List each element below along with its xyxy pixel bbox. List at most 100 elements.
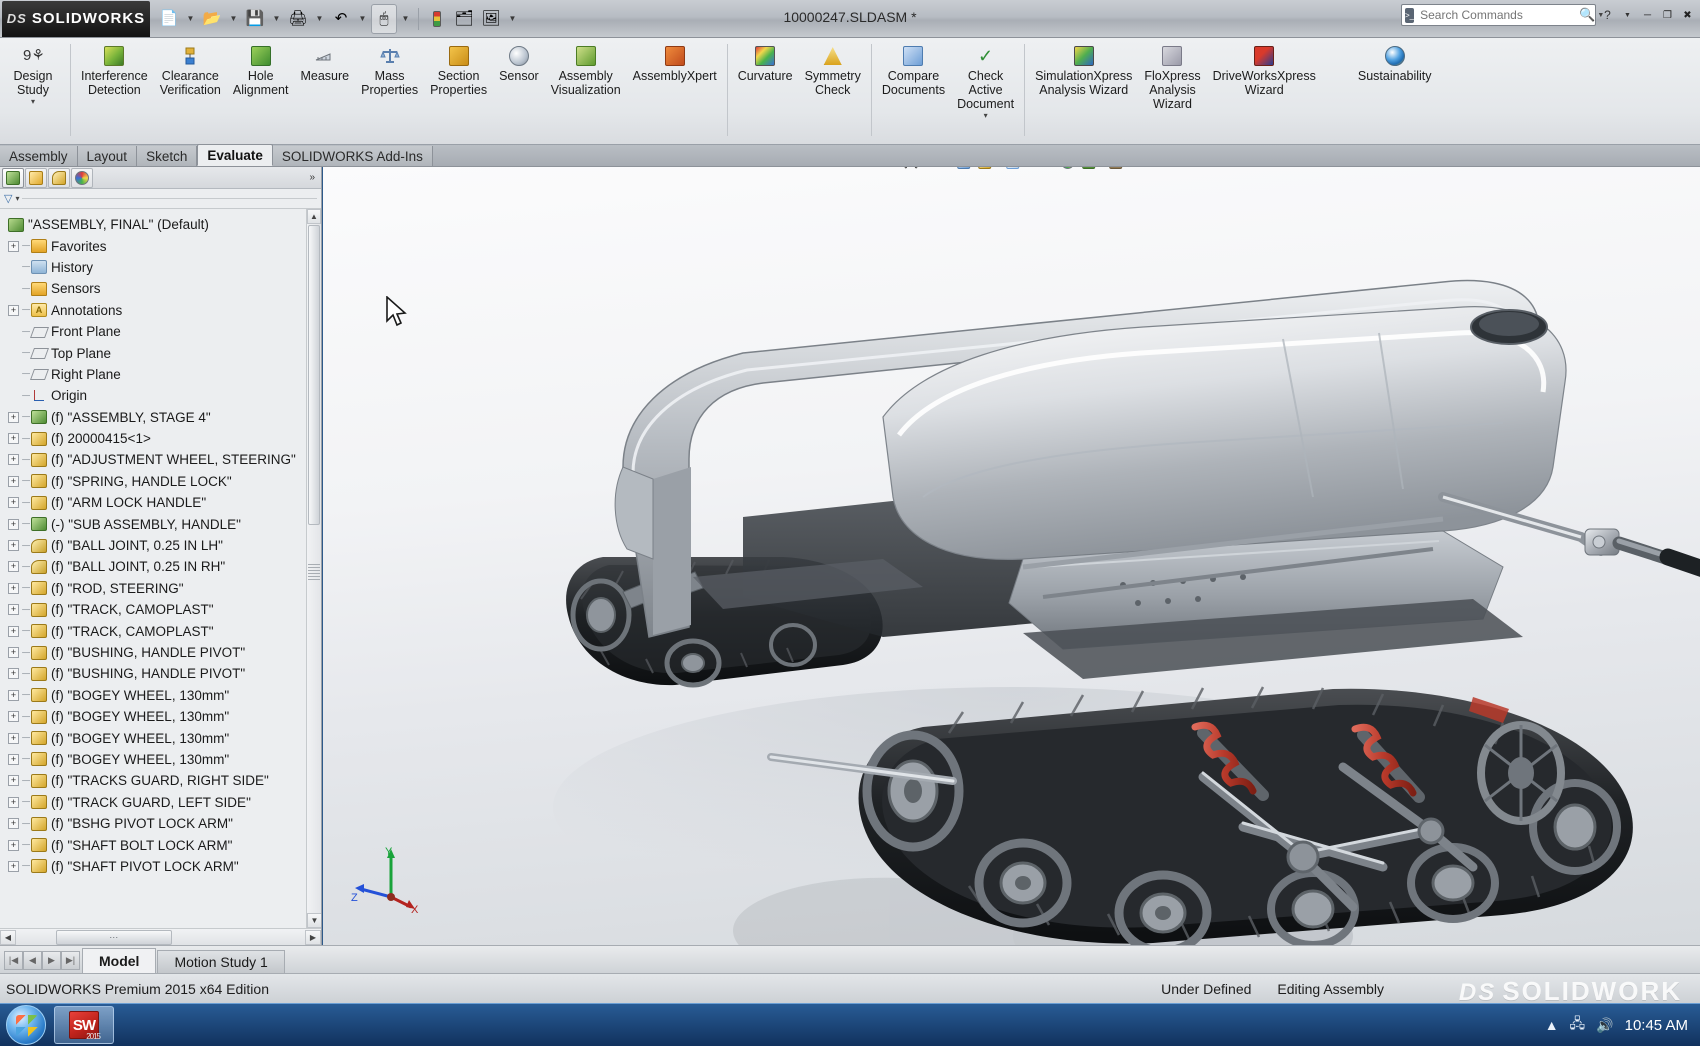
first-tab-button[interactable]: |◀ — [4, 951, 23, 970]
tree-item[interactable]: +─Favorites — [4, 235, 321, 256]
tree-item[interactable]: +─(f) "TRACK GUARD, LEFT SIDE" — [4, 792, 321, 813]
tree-item[interactable]: +─(f) "BUSHING, HANDLE PIVOT" — [4, 663, 321, 684]
tab-motion-study-1[interactable]: Motion Study 1 — [157, 950, 284, 973]
tree-item[interactable]: +─(-) "SUB ASSEMBLY, HANDLE" — [4, 513, 321, 534]
rebuild-button[interactable] — [424, 4, 450, 34]
tab-assembly[interactable]: Assembly — [0, 146, 78, 166]
tree-item[interactable]: +─(f) "BALL JOINT, 0.25 IN LH" — [4, 535, 321, 556]
design-study-dropdown-arrow[interactable]: ▾ — [31, 99, 35, 105]
feature-manager-overflow-button[interactable]: » — [309, 172, 321, 183]
section-properties-button[interactable]: Section Properties — [424, 42, 493, 97]
tree-expand-toggle[interactable]: + — [8, 583, 19, 594]
previous-tab-button[interactable]: ◀ — [23, 951, 42, 970]
measure-button[interactable]: Measure — [294, 42, 355, 83]
tree-item[interactable]: +─(f) "BOGEY WHEEL, 130mm" — [4, 727, 321, 748]
scroll-up-button[interactable]: ▲ — [307, 209, 321, 224]
tree-root-item[interactable]: "ASSEMBLY, FINAL" (Default) — [4, 214, 321, 235]
scroll-down-button[interactable]: ▼ — [307, 913, 321, 928]
tree-expand-toggle[interactable]: + — [8, 604, 19, 615]
save-document-dropdown-arrow[interactable]: ▼ — [269, 4, 284, 34]
feature-tree-horizontal-scrollbar[interactable]: ◀ ⋯ ▶ — [0, 928, 321, 945]
configuration-manager-tab[interactable] — [48, 168, 70, 188]
tree-expand-toggle[interactable]: + — [8, 476, 19, 487]
tree-item[interactable]: ─Front Plane — [4, 321, 321, 342]
interference-detection-button[interactable]: Interference Detection — [75, 42, 154, 97]
tree-item[interactable]: +─(f) 20000415<1> — [4, 428, 321, 449]
minimize-window-button[interactable]: ─ — [1639, 7, 1656, 23]
assembly-xpert-button[interactable]: AssemblyXpert — [627, 42, 723, 83]
save-document-button[interactable]: 💾 — [242, 4, 268, 34]
feature-tree-scrollbar[interactable]: ▲ ▼ — [306, 209, 321, 928]
feature-filter-bar[interactable]: ▽ ▾ — [0, 189, 321, 209]
tree-expand-toggle[interactable]: + — [8, 861, 19, 872]
tree-expand-toggle[interactable]: + — [8, 241, 19, 252]
tree-item[interactable]: +─(f) "ASSEMBLY, STAGE 4" — [4, 407, 321, 428]
filter-dropdown-arrow[interactable]: ▾ — [15, 194, 19, 203]
network-icon[interactable]: 🖧 — [1570, 1013, 1586, 1037]
open-document-dropdown-arrow[interactable]: ▼ — [226, 4, 241, 34]
tree-item[interactable]: ─Top Plane — [4, 342, 321, 363]
tree-item[interactable]: ─Sensors — [4, 278, 321, 299]
taskbar-clock[interactable]: 10:45 AM — [1625, 1017, 1688, 1034]
tree-item[interactable]: +─AAnnotations — [4, 300, 321, 321]
tab-model[interactable]: Model — [82, 948, 156, 973]
select-tool-dropdown-arrow[interactable]: ▼ — [398, 4, 413, 34]
tree-item[interactable]: +─(f) "TRACK, CAMOPLAST" — [4, 599, 321, 620]
hscroll-thumb[interactable]: ⋯ — [56, 930, 172, 945]
sensor-button[interactable]: Sensor — [493, 42, 545, 83]
display-manager-tab[interactable] — [71, 168, 93, 188]
tree-expand-toggle[interactable]: + — [8, 412, 19, 423]
save-image-button[interactable]: 🖼 — [478, 4, 504, 34]
open-document-button[interactable]: 📂 — [199, 4, 225, 34]
hscroll-track[interactable]: ⋯ — [16, 930, 305, 945]
tree-expand-toggle[interactable]: + — [8, 840, 19, 851]
floxpress-button[interactable]: FloXpress Analysis Wizard — [1138, 42, 1206, 111]
tree-expand-toggle[interactable]: + — [8, 519, 19, 530]
tree-item[interactable]: +─(f) "SHAFT BOLT LOCK ARM" — [4, 834, 321, 855]
start-button-icon[interactable] — [6, 1005, 46, 1045]
hscroll-right-button[interactable]: ▶ — [305, 930, 321, 945]
tree-item[interactable]: +─(f) "ARM LOCK HANDLE" — [4, 492, 321, 513]
symmetry-check-button[interactable]: Symmetry Check — [799, 42, 867, 97]
design-study-button[interactable]: 9⚘ Design Study ▾ — [0, 42, 66, 105]
sustainability-button[interactable]: Sustainability — [1352, 42, 1438, 83]
search-icon[interactable]: 🔍 — [1579, 7, 1595, 23]
volume-icon[interactable]: 🔊 — [1596, 1017, 1613, 1034]
filter-input-line[interactable] — [22, 198, 317, 199]
assembly-visualization-button[interactable]: Assembly Visualization — [545, 42, 627, 97]
tree-item[interactable]: +─(f) "TRACKS GUARD, RIGHT SIDE" — [4, 770, 321, 791]
tab-solidworks-add-ins[interactable]: SOLIDWORKS Add-Ins — [273, 146, 433, 166]
last-tab-button[interactable]: ▶| — [61, 951, 80, 970]
print-document-dropdown-arrow[interactable]: ▼ — [312, 4, 327, 34]
tree-item[interactable]: ─Origin — [4, 385, 321, 406]
clearance-verification-button[interactable]: Clearance Verification — [154, 42, 227, 97]
new-document-dropdown-arrow[interactable]: ▼ — [183, 4, 198, 34]
tree-expand-toggle[interactable]: + — [8, 668, 19, 679]
check-active-document-button[interactable]: ✓ Check Active Document ▾ — [951, 42, 1020, 119]
check-active-document-dropdown-arrow[interactable]: ▾ — [984, 113, 988, 119]
hole-alignment-button[interactable]: Hole Alignment — [227, 42, 295, 97]
tree-expand-toggle[interactable]: + — [8, 647, 19, 658]
tree-expand-toggle[interactable]: + — [8, 626, 19, 637]
print-document-button[interactable]: 🖨 — [285, 4, 311, 34]
property-manager-tab[interactable] — [25, 168, 47, 188]
graphics-viewport[interactable]: 🔍 🔎 ↰ ▾ ▾ 👓 ▾ ▾ ▾ ✕ — [323, 167, 1700, 945]
scroll-thumb[interactable] — [308, 225, 320, 525]
tree-expand-toggle[interactable]: + — [8, 690, 19, 701]
tree-item[interactable]: +─(f) "ROD, STEERING" — [4, 578, 321, 599]
tree-item[interactable]: ─Right Plane — [4, 364, 321, 385]
tree-expand-toggle[interactable]: + — [8, 818, 19, 829]
search-commands-box[interactable]: >_ 🔍 ▼ — [1401, 4, 1596, 26]
driveworksxpress-button[interactable]: DriveWorksXpress Wizard — [1207, 42, 1322, 97]
tree-item[interactable]: +─(f) "BOGEY WHEEL, 130mm" — [4, 706, 321, 727]
tree-item[interactable]: +─(f) "BOGEY WHEEL, 130mm" — [4, 749, 321, 770]
tree-expand-toggle[interactable]: + — [8, 797, 19, 808]
curvature-button[interactable]: Curvature — [732, 42, 799, 83]
save-image-dropdown-arrow[interactable]: ▼ — [505, 4, 520, 34]
options-button[interactable]: 🗂 — [451, 4, 477, 34]
tree-item[interactable]: +─(f) "SHAFT PIVOT LOCK ARM" — [4, 856, 321, 877]
tree-item[interactable]: +─(f) "ADJUSTMENT WHEEL, STEERING" — [4, 449, 321, 470]
next-tab-button[interactable]: ▶ — [42, 951, 61, 970]
tree-expand-toggle[interactable]: + — [8, 497, 19, 508]
tree-item[interactable]: +─(f) "BUSHING, HANDLE PIVOT" — [4, 642, 321, 663]
